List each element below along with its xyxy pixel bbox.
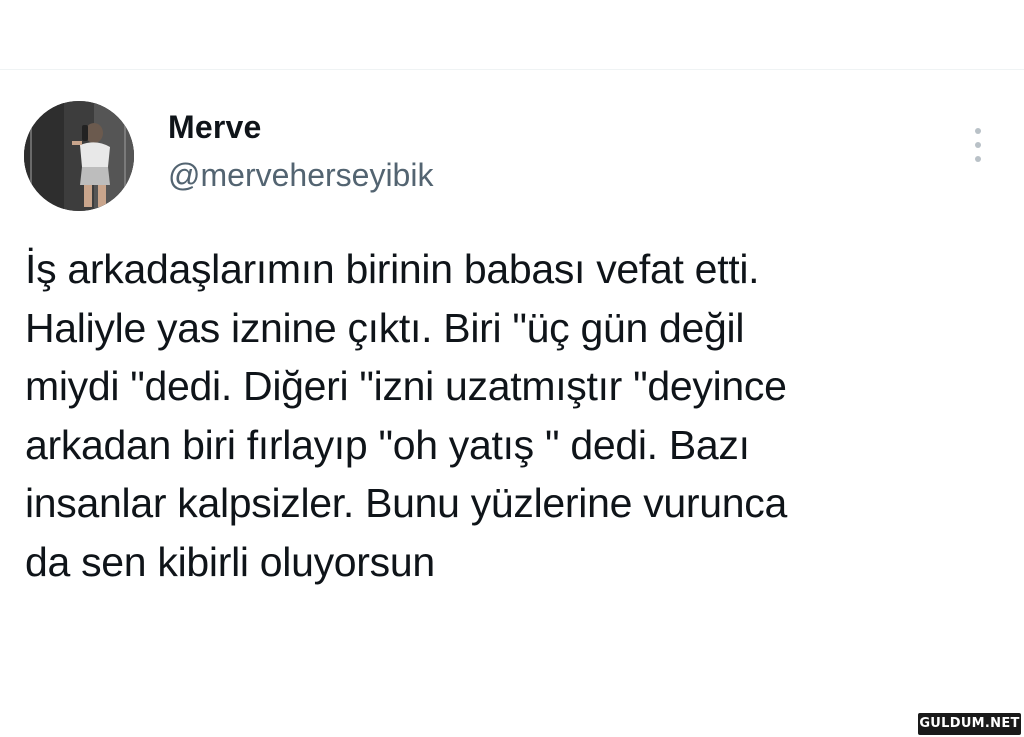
tweet-screenshot: Merve @merveherseyibik İş arkadaşlarımın… [0,0,1024,737]
top-divider [0,69,1024,70]
watermark: GULDUM.NET [918,713,1021,735]
avatar-photo [24,101,134,211]
avatar[interactable] [24,101,134,211]
author-handle[interactable]: @merveherseyibik [168,157,433,194]
more-dot [975,128,981,134]
more-dot [975,156,981,162]
author-display-name[interactable]: Merve [168,109,262,146]
tweet-text: İş arkadaşlarımın birinin babası vefat e… [25,246,787,585]
more-dot [975,142,981,148]
more-vertical-icon[interactable] [965,124,991,168]
